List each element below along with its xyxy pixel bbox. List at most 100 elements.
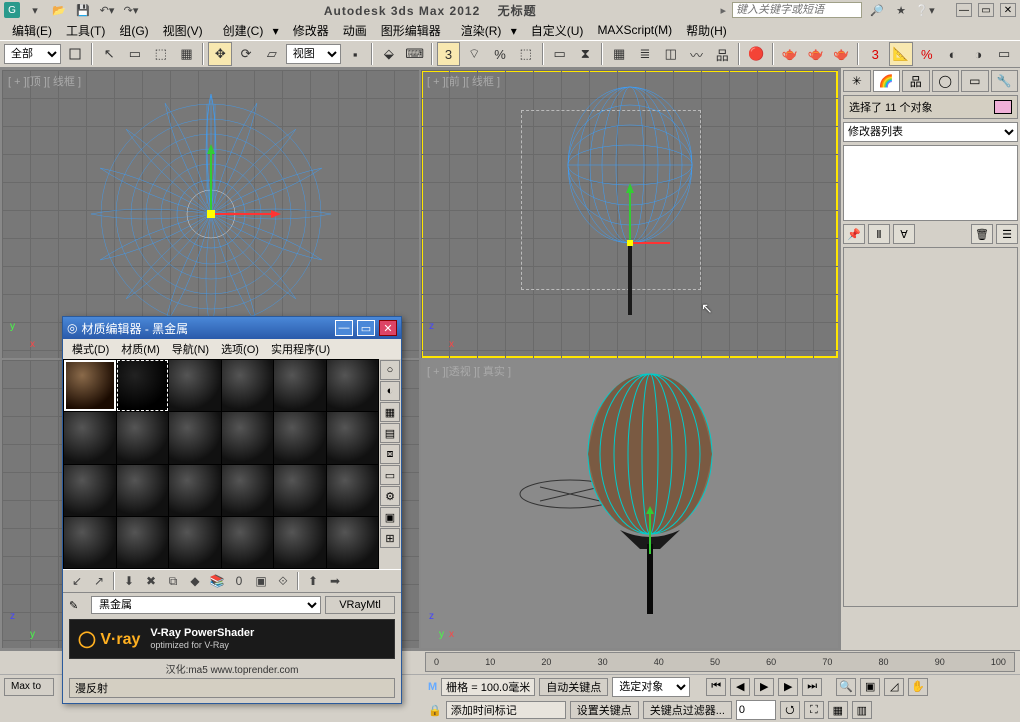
nav-orbit-icon[interactable]: ⭯ <box>780 701 800 719</box>
modifier-list[interactable]: 修改器列表 <box>843 122 1018 142</box>
nav-extra-icon[interactable]: ▥ <box>852 701 872 719</box>
viewport-front-label[interactable]: [ + ][前 ][ 线框 ] <box>427 73 500 89</box>
window-crossing-icon[interactable]: ▦ <box>175 42 199 66</box>
mat-menu-util[interactable]: 实用程序(U) <box>266 340 335 358</box>
pin-stack-icon[interactable]: 📌 <box>843 224 865 244</box>
material-slot[interactable] <box>274 412 326 463</box>
sample-uv-icon[interactable]: ▤ <box>380 423 400 443</box>
material-slot[interactable] <box>222 360 274 411</box>
viewport-top[interactable]: [ + ][顶 ][ 线框 ] <box>2 70 419 358</box>
material-slot[interactable] <box>169 465 221 516</box>
material-slot[interactable] <box>222 465 274 516</box>
favorites-icon[interactable]: ★ <box>892 2 910 18</box>
curve-editor-icon[interactable]: 〰 <box>685 42 709 66</box>
select-object-icon[interactable] <box>63 42 87 66</box>
material-slot[interactable] <box>64 517 116 568</box>
menu-views[interactable]: 视图(V) <box>157 20 209 41</box>
material-min-button[interactable]: — <box>335 320 353 336</box>
search-icon[interactable]: 🔎 <box>868 2 886 18</box>
material-slot[interactable] <box>222 412 274 463</box>
next-frame-icon[interactable]: ▶ <box>778 678 798 696</box>
keyboard-shortcut-icon[interactable]: ⌨ <box>403 42 427 66</box>
render-setup-icon[interactable]: 🫖 <box>778 42 802 66</box>
background-icon[interactable]: ▦ <box>380 402 400 422</box>
material-slot[interactable] <box>327 360 379 411</box>
go-parent-icon[interactable]: ⬆ <box>303 571 323 591</box>
nav-fov-icon[interactable]: ◿ <box>884 678 904 696</box>
select-by-mat-icon[interactable]: ▣ <box>380 507 400 527</box>
material-slot[interactable] <box>169 412 221 463</box>
make-copy-icon[interactable]: ⧉ <box>163 571 183 591</box>
mat-menu-options[interactable]: 选项(O) <box>216 340 264 358</box>
sample-type-icon[interactable]: ○ <box>380 360 400 380</box>
remove-modifier-icon[interactable]: 🗑 <box>971 224 993 244</box>
app-logo[interactable]: G <box>4 2 20 18</box>
select-icon[interactable]: ↖ <box>97 42 121 66</box>
mat-menu-nav[interactable]: 导航(N) <box>167 340 214 358</box>
mtl-id-icon[interactable]: 0 <box>229 571 249 591</box>
go-sibling-icon[interactable]: ➡ <box>325 571 345 591</box>
material-editor-icon[interactable]: 🔴 <box>744 42 768 66</box>
material-slot[interactable] <box>327 465 379 516</box>
material-slot[interactable] <box>64 412 116 463</box>
tab-hierarchy[interactable]: 品 <box>902 70 930 92</box>
percent-icon[interactable]: % <box>915 42 939 66</box>
infocenter-arrow[interactable]: ▸ <box>720 4 726 17</box>
selection-filter[interactable]: 全部 <box>4 44 61 64</box>
ref-coord-system[interactable]: 视图 <box>286 44 342 64</box>
close-button[interactable]: ✕ <box>1000 3 1016 17</box>
material-slot[interactable] <box>327 517 379 568</box>
menu-maxscript[interactable]: MAXScript(M) <box>591 21 678 39</box>
show-end-icon[interactable]: ⟐ <box>273 571 293 591</box>
material-slot[interactable] <box>117 412 169 463</box>
menu-edit[interactable]: 编辑(E) <box>6 20 58 41</box>
auto-key-button[interactable]: 自动关键点 <box>539 678 608 696</box>
material-slot[interactable] <box>274 360 326 411</box>
put-to-lib-icon[interactable]: 📚 <box>207 571 227 591</box>
pivot-icon[interactable]: ▪ <box>343 42 367 66</box>
tab-modify[interactable]: 🌈 <box>873 70 901 92</box>
extra2-icon[interactable]: ◑ <box>966 42 990 66</box>
menu-group[interactable]: 组(G) <box>113 20 154 41</box>
percent-snap-icon[interactable]: % <box>488 42 512 66</box>
current-frame-input[interactable] <box>736 700 776 720</box>
save-icon[interactable]: 💾 <box>74 2 92 18</box>
modifier-stack[interactable] <box>843 145 1018 221</box>
material-slot[interactable] <box>64 465 116 516</box>
redo-icon[interactable]: ↷▾ <box>122 2 140 18</box>
select-manip-icon[interactable]: ⬙ <box>377 42 401 66</box>
goto-end-icon[interactable]: ⏭ <box>802 678 822 696</box>
put-to-scene-icon[interactable]: ↗ <box>89 571 109 591</box>
open-icon[interactable]: 📂 <box>50 2 68 18</box>
align-icon[interactable]: ▦ <box>607 42 631 66</box>
lock-icon[interactable]: 🔒 <box>428 704 442 717</box>
material-slot[interactable] <box>64 360 116 411</box>
key-filters-button[interactable]: 关键点过滤器... <box>643 701 732 719</box>
render-frame-icon[interactable]: 🫖 <box>804 42 828 66</box>
menu-customize[interactable]: 自定义(U) <box>525 20 590 41</box>
play-icon[interactable]: ▶ <box>754 678 774 696</box>
material-editor-titlebar[interactable]: ◎ 材质编辑器 - 黑金属 — ▭ ✕ <box>63 317 401 339</box>
diffuse-rollup[interactable]: 漫反射 <box>69 678 395 698</box>
menu-animation[interactable]: 动画 <box>337 20 373 41</box>
menu-modifiers[interactable]: 修改器 <box>287 20 335 41</box>
scale-icon[interactable]: ▱ <box>260 42 284 66</box>
backlight-icon[interactable]: ◐ <box>380 381 400 401</box>
material-slot[interactable] <box>327 412 379 463</box>
extra1-icon[interactable]: ◐ <box>941 42 965 66</box>
render-icon[interactable]: 🫖 <box>830 42 854 66</box>
material-slot[interactable] <box>222 517 274 568</box>
add-time-tag[interactable]: 添加时间标记 <box>446 701 566 719</box>
nav-zoom-icon[interactable]: 🔍 <box>836 678 856 696</box>
make-unique-icon[interactable]: ∀ <box>893 224 915 244</box>
material-type-button[interactable]: VRayMtl <box>325 596 395 614</box>
material-slot[interactable] <box>274 517 326 568</box>
angle-snap-icon[interactable]: ⌔ <box>462 42 486 66</box>
configure-sets-icon[interactable]: ☰ <box>996 224 1018 244</box>
show-end-result-icon[interactable]: Ⅱ <box>868 224 890 244</box>
goto-start-icon[interactable]: ⏮ <box>706 678 726 696</box>
time-ruler[interactable]: 01020 304050 607080 90100 <box>425 652 1015 672</box>
get-material-icon[interactable]: ↙ <box>67 571 87 591</box>
search-input[interactable] <box>732 2 862 18</box>
material-max-button[interactable]: ▭ <box>357 320 375 336</box>
